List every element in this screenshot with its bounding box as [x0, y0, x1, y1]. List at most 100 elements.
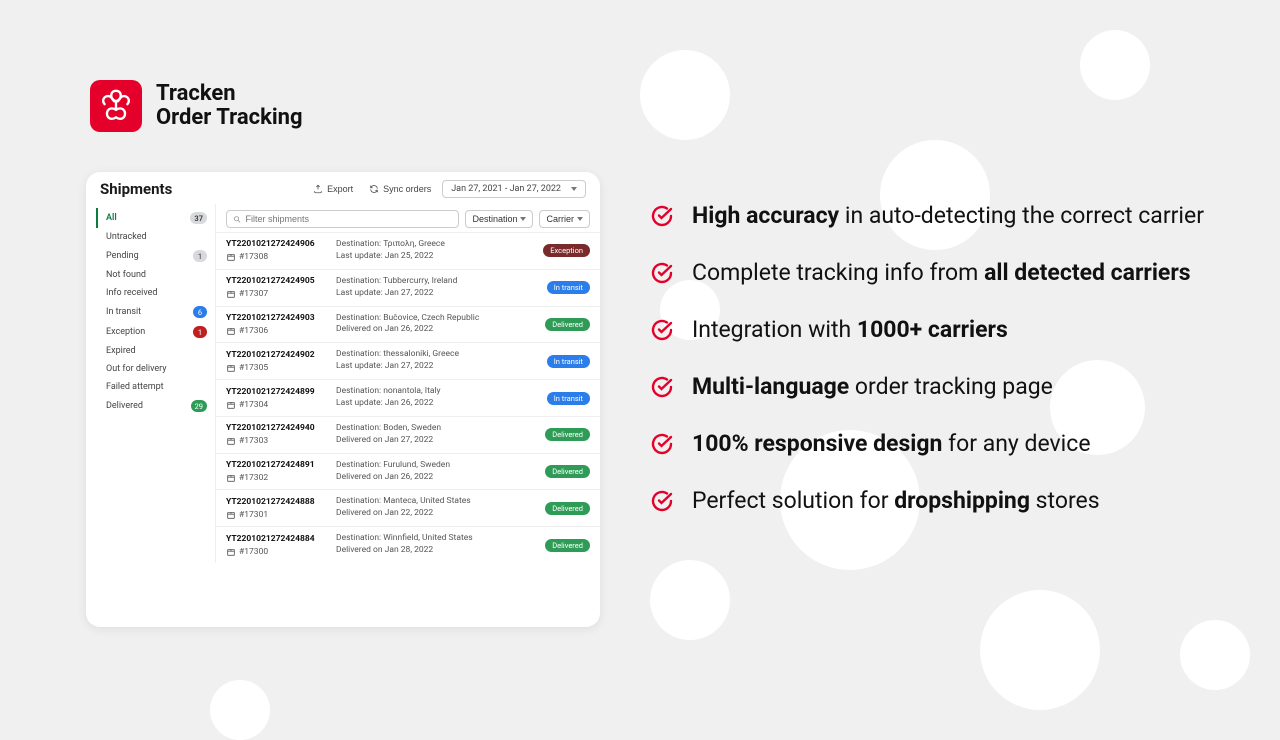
brand-name-line1: Tracken: [156, 82, 303, 106]
package-icon: [226, 510, 236, 520]
shipment-row[interactable]: YT2201021272424899 #17304 Destination: non…: [216, 379, 600, 416]
shipment-destination: Destination: nonantola, ItalyLast update…: [336, 386, 530, 410]
package-icon: [226, 473, 236, 483]
sidebar-item-label: Delivered: [106, 401, 143, 411]
status-badge: Delivered: [545, 318, 590, 331]
feature-text: Integration with 1000+ carriers: [692, 314, 1008, 345]
sidebar-item-exception[interactable]: Exception1: [96, 322, 215, 342]
check-circle-icon: [650, 432, 674, 456]
tracking-number: YT2201021272424884: [226, 534, 332, 544]
shipment-row[interactable]: YT2201021272424884 #17300 Destination: Win…: [216, 526, 600, 563]
chevron-down-icon: [571, 187, 577, 191]
date-range-picker[interactable]: Jan 27, 2021 - Jan 27, 2022: [442, 180, 586, 198]
package-icon: [226, 289, 236, 299]
feature-item: Perfect solution for dropshipping stores: [650, 485, 1220, 516]
shipment-row[interactable]: YT2201021272424940 #17303 Destination: Bod…: [216, 416, 600, 453]
tracking-number: YT2201021272424940: [226, 423, 332, 433]
brand-logo: [90, 80, 142, 132]
shipment-row[interactable]: YT2201021272424905#17307Destination: Tub…: [216, 269, 600, 306]
search-icon: [233, 215, 241, 224]
shipment-row[interactable]: YT2201021272424903#17306Destination: Buč…: [216, 306, 600, 343]
feature-text: Multi-language order tracking page: [692, 371, 1053, 402]
shipment-destination: Destination: Manteca, United StatesDeliv…: [336, 496, 530, 520]
shipment-row[interactable]: YT2201021272424891#17302Destination: Fur…: [216, 453, 600, 490]
sync-orders-button[interactable]: Sync orders: [364, 181, 436, 197]
status-badge: Delivered: [545, 539, 590, 552]
sidebar-item-label: Failed attempt: [106, 382, 164, 392]
shipment-destination: Destination: Boden, SwedenDelivered on J…: [336, 423, 530, 447]
sidebar-item-label: Out for delivery: [106, 364, 167, 374]
sidebar-item-label: All: [106, 213, 117, 223]
status-badge: Delivered: [545, 502, 590, 515]
order-number: #17300: [239, 547, 268, 557]
chevron-down-icon: [520, 217, 526, 221]
feature-item: High accuracy in auto-detecting the corr…: [650, 200, 1220, 231]
destination-filter[interactable]: Destination: [465, 210, 533, 228]
tracking-number: YT2201021272424906: [226, 239, 332, 249]
feature-text: Perfect solution for dropshipping stores: [692, 485, 1100, 516]
carrier-filter[interactable]: Carrier: [539, 210, 590, 228]
sidebar-item-failed-attempt[interactable]: Failed attempt: [96, 378, 215, 396]
order-number: #17303: [239, 436, 268, 446]
sync-icon: [369, 184, 379, 194]
package-icon: [226, 436, 236, 446]
tracking-number: YT2201021272424891: [226, 460, 332, 470]
order-number: #17306: [239, 326, 268, 336]
tracking-number: YT2201021272424905: [226, 276, 332, 286]
status-badge: Delivered: [545, 428, 590, 441]
order-number: #17301: [239, 510, 268, 520]
sidebar-item-label: Not found: [106, 270, 146, 280]
feature-text: Complete tracking info from all detected…: [692, 257, 1191, 288]
shipment-row[interactable]: YT2201021272424906 #17308 Destination: Τρι…: [216, 232, 600, 269]
order-number: #17308: [239, 252, 268, 262]
shipment-destination: Destination: Tubbercurry, IrelandLast up…: [336, 276, 530, 300]
shipment-destination: Destination: Winnfield, United StatesDel…: [336, 533, 530, 557]
feature-item: Complete tracking info from all detected…: [650, 257, 1220, 288]
feature-item: Multi-language order tracking page: [650, 371, 1220, 402]
tracking-number: YT2201021272424899: [226, 387, 332, 397]
order-number: #17304: [239, 400, 268, 410]
tracking-number: YT2201021272424888: [226, 497, 332, 507]
export-button[interactable]: Export: [308, 181, 358, 197]
feature-item: Integration with 1000+ carriers: [650, 314, 1220, 345]
sidebar-item-in-transit[interactable]: In transit 6: [96, 302, 215, 322]
status-badge: In transit: [547, 355, 590, 368]
sidebar-item-label: Expired: [106, 346, 136, 356]
status-badge: Exception: [543, 244, 590, 257]
sidebar-item-label: Untracked: [106, 232, 147, 242]
status-badge: Delivered: [545, 465, 590, 478]
order-number: #17305: [239, 363, 268, 373]
order-number: #17302: [239, 473, 268, 483]
shipment-row[interactable]: YT2201021272424888 #17301 Destination: Man…: [216, 489, 600, 526]
count-badge: 6: [193, 306, 207, 318]
filter-shipments-input[interactable]: [226, 210, 459, 228]
sidebar-item-label: In transit: [106, 307, 141, 317]
sidebar-item-info-received[interactable]: Info received: [96, 284, 215, 302]
check-circle-icon: [650, 489, 674, 513]
shipment-destination: Destination: Bučovice, Czech RepublicDel…: [336, 313, 530, 337]
export-icon: [313, 184, 323, 194]
status-badge: In transit: [547, 392, 590, 405]
count-badge: 37: [190, 212, 207, 224]
check-circle-icon: [650, 318, 674, 342]
chevron-down-icon: [577, 217, 583, 221]
sidebar-item-out-for-delivery[interactable]: Out for delivery: [96, 360, 215, 378]
sidebar-item-expired[interactable]: Expired: [96, 342, 215, 360]
check-circle-icon: [650, 375, 674, 399]
count-badge: 1: [193, 326, 207, 338]
package-icon: [226, 252, 236, 262]
sidebar-item-all[interactable]: All 37: [96, 208, 215, 228]
sidebar-item-pending[interactable]: Pending1: [96, 246, 215, 266]
shipment-row[interactable]: YT2201021272424902#17305Destination: the…: [216, 342, 600, 379]
sidebar-item-delivered[interactable]: Delivered 29: [96, 396, 215, 416]
feature-text: 100% responsive design for any device: [692, 428, 1091, 459]
package-icon: [226, 547, 236, 557]
shipment-destination: Destination: Τριπολη, GreeceLast update:…: [336, 239, 530, 263]
page-title: Shipments: [100, 180, 172, 198]
sidebar-item-not-found[interactable]: Not found: [96, 266, 215, 284]
package-icon: [226, 326, 236, 336]
check-circle-icon: [650, 261, 674, 285]
feature-text: High accuracy in auto-detecting the corr…: [692, 200, 1204, 231]
count-badge: 29: [191, 400, 207, 412]
sidebar-item-untracked[interactable]: Untracked: [96, 228, 215, 246]
